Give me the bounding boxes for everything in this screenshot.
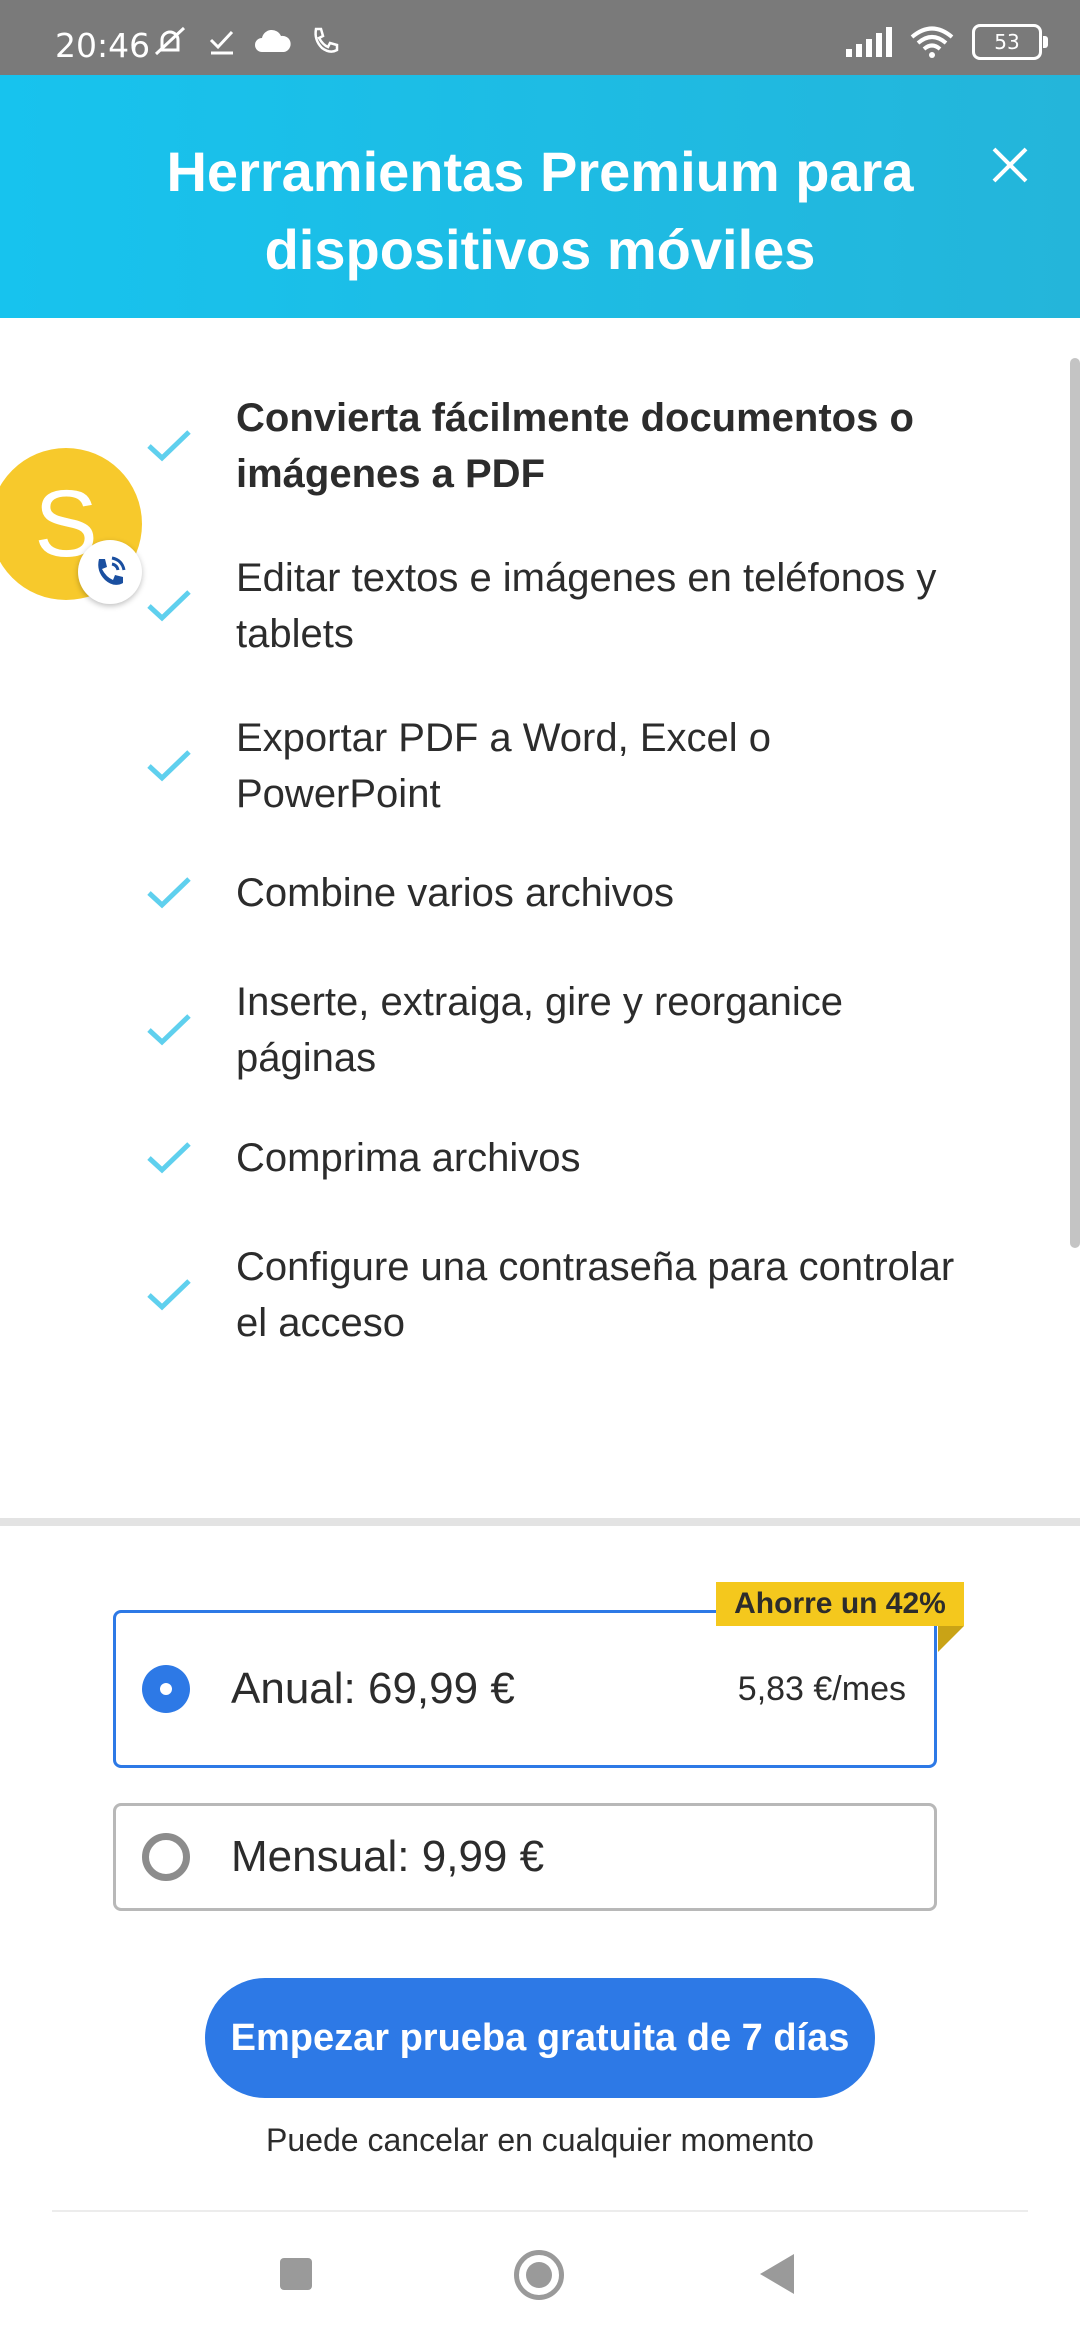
check-icon — [147, 430, 191, 462]
radio-selected-icon[interactable] — [142, 1665, 190, 1713]
signal-icon — [846, 27, 892, 57]
feature-item: Exportar PDF a Word, Excel o PowerPoint — [147, 710, 970, 822]
feature-text: Exportar PDF a Word, Excel o PowerPoint — [236, 716, 771, 816]
feature-text: Editar textos e imágenes en teléfonos y … — [236, 556, 937, 656]
plan-annual-option[interactable]: Anual: 69,99 € 5,83 €/mes — [113, 1610, 937, 1768]
radio-unselected-icon[interactable] — [142, 1833, 190, 1881]
feature-text: Convierta fácilmente documentos o imágen… — [236, 396, 914, 496]
check-icon — [147, 1279, 191, 1311]
section-divider — [0, 1518, 1080, 1526]
scrollbar[interactable] — [1070, 358, 1080, 1248]
feature-item: Combine varios archivos — [147, 865, 970, 921]
status-icons-right: 53 — [844, 24, 1048, 60]
battery-icon: 53 — [972, 24, 1048, 60]
check-icon — [147, 1014, 191, 1046]
feature-text: Configure una contraseña para controlar … — [236, 1245, 955, 1345]
home-icon[interactable] — [514, 2250, 564, 2300]
savings-badge-fold — [938, 1626, 964, 1652]
phone-call-icon — [98, 556, 126, 585]
feature-list: Convierta fácilmente documentos o imágen… — [0, 318, 1080, 1518]
wifi-icon — [910, 26, 954, 58]
check-icon — [147, 750, 191, 782]
call-badge[interactable] — [78, 540, 142, 604]
start-trial-button[interactable]: Empezar prueba gratuita de 7 días — [205, 1978, 875, 2098]
status-icons-left — [150, 24, 340, 58]
feature-item: Convierta fácilmente documentos o imágen… — [147, 390, 970, 502]
plan-annual-monthly-price: 5,83 €/mes — [737, 1669, 906, 1708]
check-icon — [147, 877, 191, 909]
status-time: 20:46 — [55, 26, 151, 65]
plan-annual-label: Anual: 69,99 € — [231, 1664, 515, 1713]
feature-item: Comprima archivos — [147, 1130, 970, 1186]
battery-level: 53 — [994, 30, 1020, 54]
header: Herramientas Premium para dispositivos m… — [0, 75, 1080, 318]
feature-item: Configure una contraseña para controlar … — [147, 1239, 970, 1351]
savings-badge: Ahorre un 42% — [716, 1582, 964, 1626]
phone-icon — [314, 27, 339, 53]
check-notification-icon — [209, 30, 234, 55]
recents-icon[interactable] — [280, 2258, 312, 2290]
silent-icon — [154, 26, 186, 56]
feature-item: Editar textos e imágenes en teléfonos y … — [147, 550, 970, 662]
feature-item: Inserte, extraiga, gire y reorganice pág… — [147, 974, 970, 1086]
plan-monthly-option[interactable]: Mensual: 9,99 € — [113, 1803, 937, 1911]
check-icon — [147, 1142, 191, 1174]
cloud-icon — [255, 29, 291, 52]
back-icon[interactable] — [760, 2254, 794, 2294]
page-title: Herramientas Premium para dispositivos m… — [166, 140, 914, 281]
cancel-note: Puede cancelar en cualquier momento — [266, 2122, 814, 2158]
close-icon[interactable] — [980, 135, 1040, 195]
bottom-divider — [52, 2210, 1028, 2212]
feature-text: Comprima archivos — [236, 1136, 581, 1180]
feature-text: Combine varios archivos — [236, 871, 674, 915]
check-icon — [147, 590, 191, 622]
status-bar: 20:46 53 — [0, 0, 1080, 75]
plan-monthly-label: Mensual: 9,99 € — [231, 1832, 545, 1881]
feature-text: Inserte, extraiga, gire y reorganice pág… — [236, 980, 843, 1080]
